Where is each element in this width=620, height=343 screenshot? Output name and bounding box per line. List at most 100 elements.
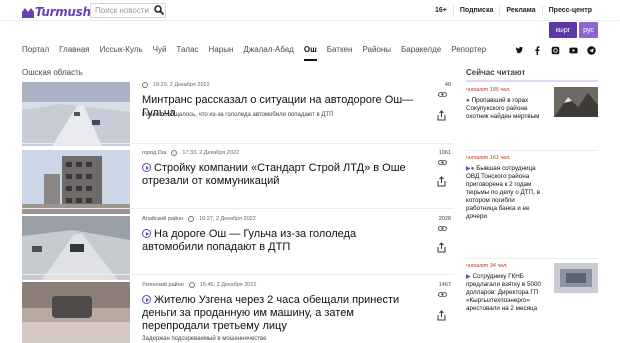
- article-title[interactable]: На дороге Ош — Гульча из-за гололеда авт…: [142, 228, 417, 254]
- top-links: 16+ Подписка Реклама Пресс-центр: [429, 0, 598, 21]
- video-icon: [142, 229, 151, 238]
- article-meta: Узгенский район 15:45, 2 Декабря 2022: [142, 282, 256, 288]
- article-category[interactable]: Алайский район: [142, 216, 183, 222]
- nav-item-naryn[interactable]: Нарын: [204, 43, 239, 59]
- sidebar-item-title[interactable]: ▶ Сотруднику ГКНБ предлагали взятку в 500…: [466, 273, 546, 313]
- article-meta: Алайский район 16:27, 2 Декабря 2022: [142, 216, 256, 222]
- nav-item-chui[interactable]: Чуй: [148, 43, 172, 59]
- article-item[interactable]: город Ош 17:33, 2 Декабря 2022 Стройку к…: [22, 150, 454, 214]
- share-icon[interactable]: [436, 310, 447, 321]
- nav-item-reporter[interactable]: Репортер: [446, 43, 491, 59]
- sidebar-item[interactable]: читают 34 чел. ▶ Сотруднику ГКНБ предлага…: [466, 263, 598, 343]
- article-views: 1467: [438, 282, 451, 288]
- logo-text: Turmush: [35, 5, 91, 19]
- facebook-icon[interactable]: [533, 46, 542, 55]
- nav-item-osh[interactable]: Ош: [299, 43, 322, 61]
- nav-item-districts[interactable]: Районы: [357, 43, 396, 59]
- camera-icon: ●: [466, 98, 470, 104]
- article-date: 18:29, 2 Декабря 2022: [153, 82, 210, 88]
- age-rating-link[interactable]: 16+: [429, 6, 453, 15]
- lang-ru-button[interactable]: рус: [579, 22, 598, 38]
- eye-icon: [438, 92, 447, 97]
- video-icon: [142, 163, 151, 172]
- clock-icon: [188, 282, 195, 288]
- search-icon[interactable]: [154, 5, 164, 15]
- article-thumbnail[interactable]: [22, 150, 130, 214]
- article-thumbnail[interactable]: [22, 82, 130, 146]
- eye-icon: [438, 226, 447, 231]
- sidebar-views: читают 34 чел.: [466, 263, 508, 269]
- article-title-text[interactable]: На дороге Ош — Гульча из-за гололеда авт…: [142, 228, 356, 253]
- nav-item-portal[interactable]: Портал: [22, 43, 54, 59]
- site-logo[interactable]: Turmush: [22, 2, 91, 18]
- share-icon[interactable]: [436, 176, 447, 187]
- article-category[interactable]: город Ош: [142, 150, 166, 156]
- article-category[interactable]: Узгенский район: [142, 282, 184, 288]
- sidebar-item[interactable]: читают 195 чел. ● Пропавший в горах Сокуп…: [466, 87, 598, 147]
- telegram-icon[interactable]: [587, 46, 596, 55]
- nav-item-issyk-kul[interactable]: Иссык-Куль: [95, 43, 148, 59]
- article-title-text[interactable]: Стройку компании «Стандарт Строй ЛТД» в …: [142, 162, 406, 187]
- clock-icon: [188, 216, 195, 222]
- clock-icon: [171, 150, 178, 156]
- sidebar-item[interactable]: читают 161 чел. ▶● Бывшая сотрудница ОВД …: [466, 155, 598, 255]
- social-links: [515, 46, 596, 55]
- article-views: 1061: [438, 150, 451, 156]
- article-lead: Задержан подозреваемый в мошенничестве: [142, 336, 267, 342]
- sidebar-item-title-text[interactable]: Бывшая сотрудница ОВД Тонского района пр…: [466, 165, 540, 220]
- sidebar-item-title-text[interactable]: Сотруднику ГКНБ предлагали взятку в 5000…: [466, 273, 541, 312]
- article-thumbnail[interactable]: [22, 216, 130, 280]
- article-item[interactable]: Узгенский район 15:45, 2 Декабря 2022 Жи…: [22, 282, 454, 343]
- sidebar-views: читают 195 чел.: [466, 87, 511, 93]
- sidebar-item-title[interactable]: ● Пропавший в горах Сокупукского района о…: [466, 97, 546, 121]
- sidebar-views: читают 161 чел.: [466, 155, 511, 161]
- divider: [22, 274, 454, 275]
- press-center-link[interactable]: Пресс-центр: [541, 6, 598, 15]
- section-title: Ошская область: [22, 68, 83, 77]
- article-date: 16:27, 2 Декабря 2022: [199, 216, 256, 222]
- article-views: 40: [444, 82, 451, 88]
- divider: [466, 150, 598, 151]
- clock-icon: [142, 82, 148, 88]
- article-views: 2028: [438, 216, 451, 222]
- sidebar-item-title[interactable]: ▶● Бывшая сотрудница ОВД Тонского района …: [466, 165, 546, 221]
- divider: [22, 208, 454, 209]
- nav-item-main[interactable]: Главная: [54, 43, 94, 59]
- twitter-icon[interactable]: [515, 46, 524, 55]
- nav-item-barakelde[interactable]: Баракелде: [396, 43, 446, 59]
- article-date: 15:45, 2 Декабря 2022: [199, 282, 257, 288]
- article-item[interactable]: Алайский район 16:27, 2 Декабря 2022 На …: [22, 216, 454, 280]
- sidebar-title: Сейчас читают: [466, 68, 526, 77]
- main-nav: Портал Главная Иссык-Куль Чуй Талас Нары…: [22, 43, 491, 61]
- nav-item-jalal-abad[interactable]: Джалал-Абад: [238, 43, 299, 59]
- sidebar-thumbnail[interactable]: [554, 87, 598, 117]
- divider: [22, 143, 454, 144]
- share-icon[interactable]: [436, 110, 447, 121]
- eye-icon: [438, 292, 447, 297]
- article-meta: 18:29, 2 Декабря 2022: [142, 82, 210, 88]
- article-title[interactable]: Жителю Узгена через 2 часа обещали прине…: [142, 294, 417, 333]
- article-item[interactable]: 18:29, 2 Декабря 2022 Минтранс рассказал…: [22, 82, 454, 146]
- sidebar-thumbnail[interactable]: [554, 263, 598, 293]
- nav-item-batken[interactable]: Баткен: [322, 43, 358, 59]
- article-thumbnail[interactable]: [22, 282, 130, 343]
- logo-mark-icon: [22, 8, 34, 18]
- divider: [466, 258, 598, 259]
- youtube-icon[interactable]: [569, 46, 578, 55]
- article-title[interactable]: Стройку компании «Стандарт Строй ЛТД» в …: [142, 162, 417, 188]
- article-title-text[interactable]: Жителю Узгена через 2 часа обещали прине…: [142, 294, 399, 332]
- article-date: 17:33, 2 Декабря 2022: [182, 150, 240, 156]
- video-icon: ▶: [466, 274, 471, 280]
- video-icon: [142, 295, 151, 304]
- article-meta: город Ош 17:33, 2 Декабря 2022: [142, 150, 239, 156]
- advertising-link[interactable]: Реклама: [499, 6, 541, 15]
- lang-kg-button[interactable]: кырг: [549, 22, 577, 38]
- article-lead: Ранее сообщалось, что из-за гололеда авт…: [142, 112, 334, 118]
- instagram-icon[interactable]: [551, 46, 560, 55]
- sidebar-item-title-text[interactable]: Пропавший в горах Сокупукского района ох…: [466, 97, 539, 120]
- media-icons: ▶●: [466, 166, 475, 172]
- share-icon[interactable]: [436, 242, 447, 253]
- nav-item-talas[interactable]: Талас: [171, 43, 203, 59]
- sidebar-title-underline: [466, 80, 598, 82]
- subscription-link[interactable]: Подписка: [452, 6, 499, 15]
